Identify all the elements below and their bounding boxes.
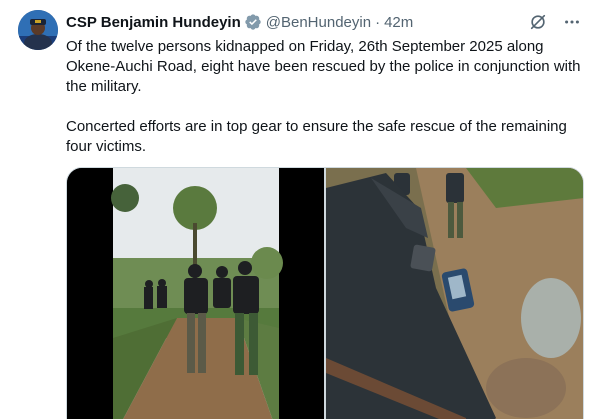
tweet-paragraph: Concerted efforts are in top gear to ens… xyxy=(66,118,567,155)
author-handle[interactable]: @BenHundeyin xyxy=(266,14,371,31)
tweet-header: CSP Benjamin Hundeyin @BenHundeyin · 42m xyxy=(66,11,582,33)
tweet-paragraph: Of the twelve persons kidnapped on Frida… xyxy=(66,38,581,95)
display-name[interactable]: CSP Benjamin Hundeyin xyxy=(66,14,241,31)
separator-dot: · xyxy=(375,13,381,31)
media-image-right xyxy=(326,168,583,419)
tweet-card[interactable]: CSP Benjamin Hundeyin @BenHundeyin · 42m xyxy=(0,0,602,419)
media-video-right[interactable] xyxy=(326,168,583,419)
media-image-left xyxy=(67,168,324,419)
tweet-text: Of the twelve persons kidnapped on Frida… xyxy=(66,37,586,157)
more-options-icon[interactable] xyxy=(562,12,582,32)
media-grid xyxy=(66,167,584,419)
media-video-left[interactable] xyxy=(67,168,324,419)
avatar-image xyxy=(18,10,58,50)
avatar[interactable] xyxy=(18,10,58,50)
timestamp[interactable]: 42m xyxy=(384,14,413,31)
verified-badge-icon xyxy=(244,13,262,31)
grok-icon[interactable] xyxy=(528,12,548,32)
header-actions xyxy=(528,11,582,33)
